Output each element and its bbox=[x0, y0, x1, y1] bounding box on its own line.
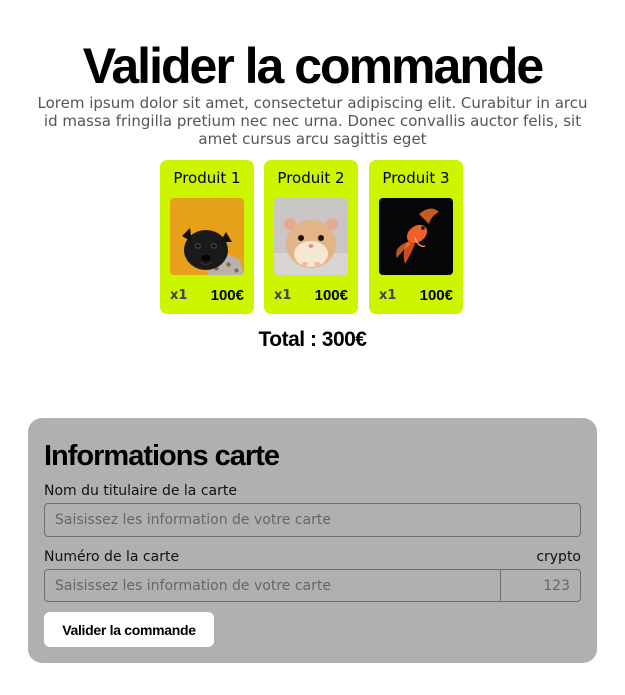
pug-image bbox=[170, 198, 244, 275]
product-name: Produit 3 bbox=[382, 169, 450, 187]
crypto-input[interactable] bbox=[500, 569, 581, 602]
product-price: 100€ bbox=[314, 287, 348, 304]
product-quantity: x1 bbox=[274, 288, 292, 303]
product-card[interactable]: Produit 3 x1 100€ bbox=[369, 160, 463, 314]
product-quantity: x1 bbox=[379, 288, 397, 303]
page-title: Valider la commande bbox=[82, 38, 544, 94]
product-price: 100€ bbox=[210, 287, 244, 304]
goldfish-image bbox=[379, 198, 453, 275]
product-card[interactable]: Produit 2 x1 100€ bbox=[264, 160, 358, 314]
card-number-input[interactable] bbox=[44, 569, 501, 602]
cardholder-label: Nom du titulaire de la carte bbox=[44, 483, 237, 499]
card-info-panel: Informations carte Nom du titulaire de l… bbox=[28, 418, 597, 663]
product-list: Produit 1 x1 100€ Produit 2 x1 100€ Prod… bbox=[160, 160, 466, 314]
order-total: Total : 300€ bbox=[258, 328, 367, 351]
card-number-label: Numéro de la carte bbox=[44, 549, 180, 565]
product-name: Produit 2 bbox=[277, 169, 345, 187]
page-description: Lorem ipsum dolor sit amet, consectetur … bbox=[37, 94, 588, 148]
product-price: 100€ bbox=[419, 287, 453, 304]
validate-order-button[interactable]: Valider la commande bbox=[44, 612, 214, 647]
cardholder-input[interactable] bbox=[44, 503, 581, 537]
crypto-label: crypto bbox=[536, 549, 581, 565]
product-quantity: x1 bbox=[170, 288, 188, 303]
product-name: Produit 1 bbox=[173, 169, 241, 187]
hamster-image bbox=[274, 198, 348, 275]
card-info-title: Informations carte bbox=[44, 440, 280, 472]
product-card[interactable]: Produit 1 x1 100€ bbox=[160, 160, 254, 314]
